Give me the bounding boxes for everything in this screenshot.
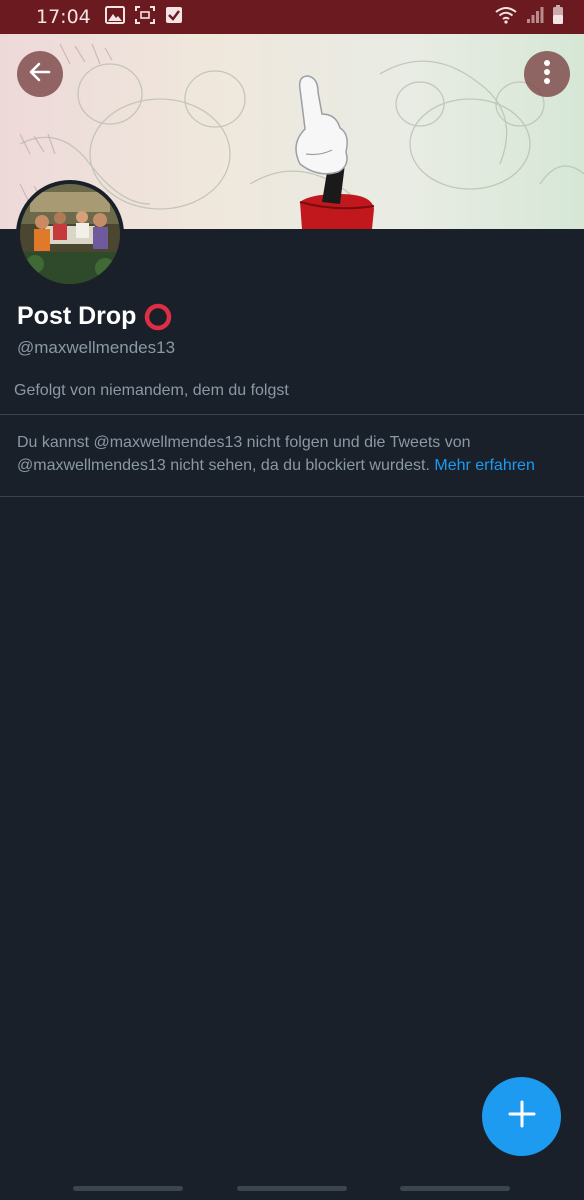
profile-section <box>0 229 584 1200</box>
nav-back[interactable] <box>400 1186 510 1191</box>
followed-by-text: Gefolgt von niemandem, dem du folgst <box>14 382 289 399</box>
divider <box>0 496 584 497</box>
avatar[interactable] <box>16 180 124 288</box>
profile-handle: @maxwellmendes13 <box>17 338 176 357</box>
battery-icon <box>552 4 564 30</box>
wifi-icon <box>494 6 518 29</box>
more-vertical-icon <box>543 59 551 90</box>
checkbox-icon <box>165 6 183 29</box>
learn-more-link[interactable]: Mehr erfahren <box>434 457 535 474</box>
image-icon <box>104 5 125 29</box>
signal-icon <box>526 6 544 29</box>
hollow-red-circle-icon <box>144 303 172 331</box>
compose-tweet-button[interactable] <box>482 1077 561 1156</box>
display-name-text: Post Drop <box>17 302 137 330</box>
status-bar: 17:04 <box>0 0 584 34</box>
blocked-notice: Du kannst @maxwellmendes13 nicht folgen … <box>17 431 577 477</box>
plus-icon <box>507 1099 537 1134</box>
divider <box>0 414 584 415</box>
screenshot-icon <box>134 5 155 29</box>
back-button[interactable] <box>17 51 63 97</box>
more-options-button[interactable] <box>524 51 570 97</box>
arrow-left-icon <box>27 59 53 90</box>
status-time: 17:04 <box>36 6 91 28</box>
blocked-notice-text: Du kannst @maxwellmendes13 nicht folgen … <box>17 434 471 474</box>
profile-display-name: Post Drop <box>17 302 172 331</box>
nav-recent-apps[interactable] <box>73 1186 183 1191</box>
nav-home[interactable] <box>237 1186 347 1191</box>
